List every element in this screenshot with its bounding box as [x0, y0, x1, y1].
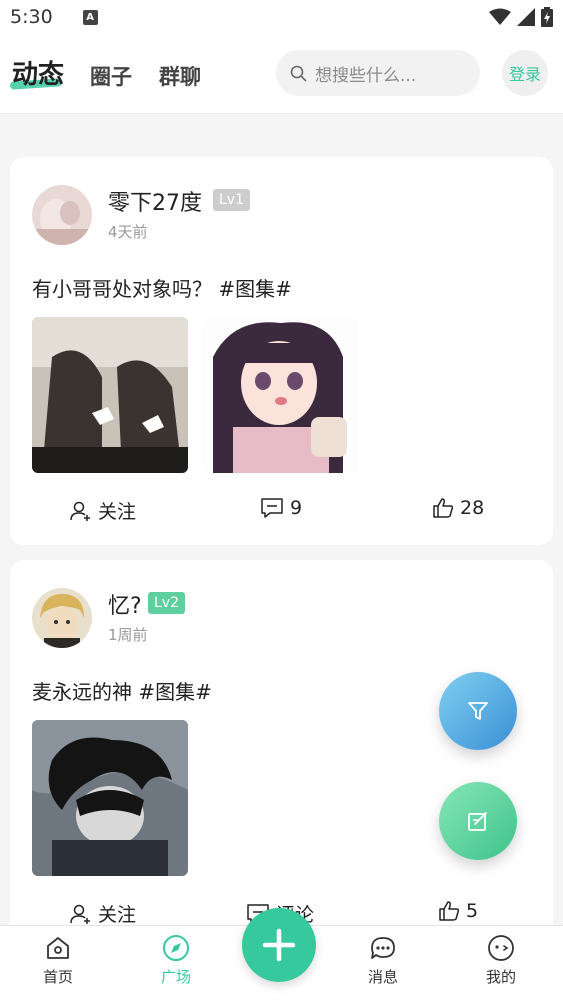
home-icon — [47, 937, 69, 959]
follow-button[interactable]: 关注 — [70, 900, 136, 927]
search-bar[interactable]: 想搜些什么... — [276, 50, 480, 96]
tab-dynamic[interactable]: 动态 — [12, 54, 64, 91]
profile-icon — [488, 935, 514, 961]
tab-circle[interactable]: 圈子 — [90, 61, 132, 91]
like-count: 28 — [460, 497, 485, 519]
follow-label: 关注 — [98, 501, 137, 523]
nav-messages[interactable]: 消息 — [343, 934, 423, 987]
username[interactable]: 忆? — [108, 588, 142, 620]
compass-icon — [163, 935, 189, 961]
nav-label: 首页 — [42, 968, 73, 986]
post-text[interactable]: 麦永远的神 #图集# — [32, 676, 212, 705]
edit-icon — [468, 812, 487, 831]
post-image[interactable] — [203, 317, 359, 473]
thumbs-up-icon — [433, 498, 454, 518]
post-card[interactable]: 零下27度 Lv1 4天前 有小哥哥处对象吗？ #图集# 关注 9 28 — [10, 157, 553, 545]
nav-label: 广场 — [160, 968, 191, 986]
nav-square[interactable]: 广场 — [136, 934, 216, 987]
edit-button[interactable] — [439, 782, 517, 860]
post-image[interactable] — [32, 317, 188, 473]
post-text[interactable]: 有小哥哥处对象吗？ #图集# — [32, 273, 292, 302]
nav-home[interactable]: 首页 — [18, 934, 98, 987]
follow-label: 关注 — [98, 904, 137, 926]
comment-button[interactable]: 9 — [260, 497, 302, 519]
username[interactable]: 零下27度 — [108, 185, 202, 217]
level-badge: Lv2 — [148, 592, 185, 614]
filter-button[interactable] — [439, 672, 517, 750]
avatar[interactable] — [32, 185, 92, 245]
avatar[interactable] — [32, 588, 92, 648]
like-button[interactable]: 5 — [438, 900, 478, 922]
wifi-icon — [489, 8, 511, 25]
search-icon — [290, 65, 307, 81]
like-count: 5 — [466, 900, 479, 922]
search-placeholder: 想搜些什么... — [315, 65, 417, 86]
nav-label: 我的 — [485, 968, 516, 986]
thumbs-up-icon — [439, 901, 460, 921]
battery-icon — [541, 7, 553, 27]
login-button[interactable]: 登录 — [502, 50, 548, 96]
post-time: 1周前 — [108, 626, 148, 644]
status-bar: 5:30 A — [0, 0, 563, 34]
notification-icon: A — [82, 9, 98, 25]
top-header: 动态 圈子 群聊 想搜些什么... 登录 — [0, 34, 563, 114]
comment-icon — [261, 498, 283, 518]
add-user-icon — [70, 501, 90, 521]
nav-label: 消息 — [367, 968, 398, 986]
tab-group-chat[interactable]: 群聊 — [159, 61, 201, 91]
plus-icon — [262, 928, 296, 962]
add-user-icon — [70, 904, 90, 924]
status-icons — [489, 7, 553, 27]
post-image[interactable] — [32, 720, 188, 876]
post-time: 4天前 — [108, 223, 148, 241]
nav-profile[interactable]: 我的 — [461, 934, 541, 987]
message-icon — [371, 937, 395, 959]
create-post-button[interactable] — [242, 908, 316, 982]
post-card[interactable]: 忆? Lv2 1周前 麦永远的神 #图集# 关注 评论 5 — [10, 560, 553, 940]
status-time: 5:30 — [10, 6, 53, 28]
like-button[interactable]: 28 — [432, 497, 484, 519]
level-badge: Lv1 — [213, 189, 250, 211]
signal-icon — [517, 8, 535, 26]
follow-button[interactable]: 关注 — [70, 497, 136, 524]
comment-count: 9 — [290, 497, 303, 519]
filter-icon — [468, 702, 488, 720]
